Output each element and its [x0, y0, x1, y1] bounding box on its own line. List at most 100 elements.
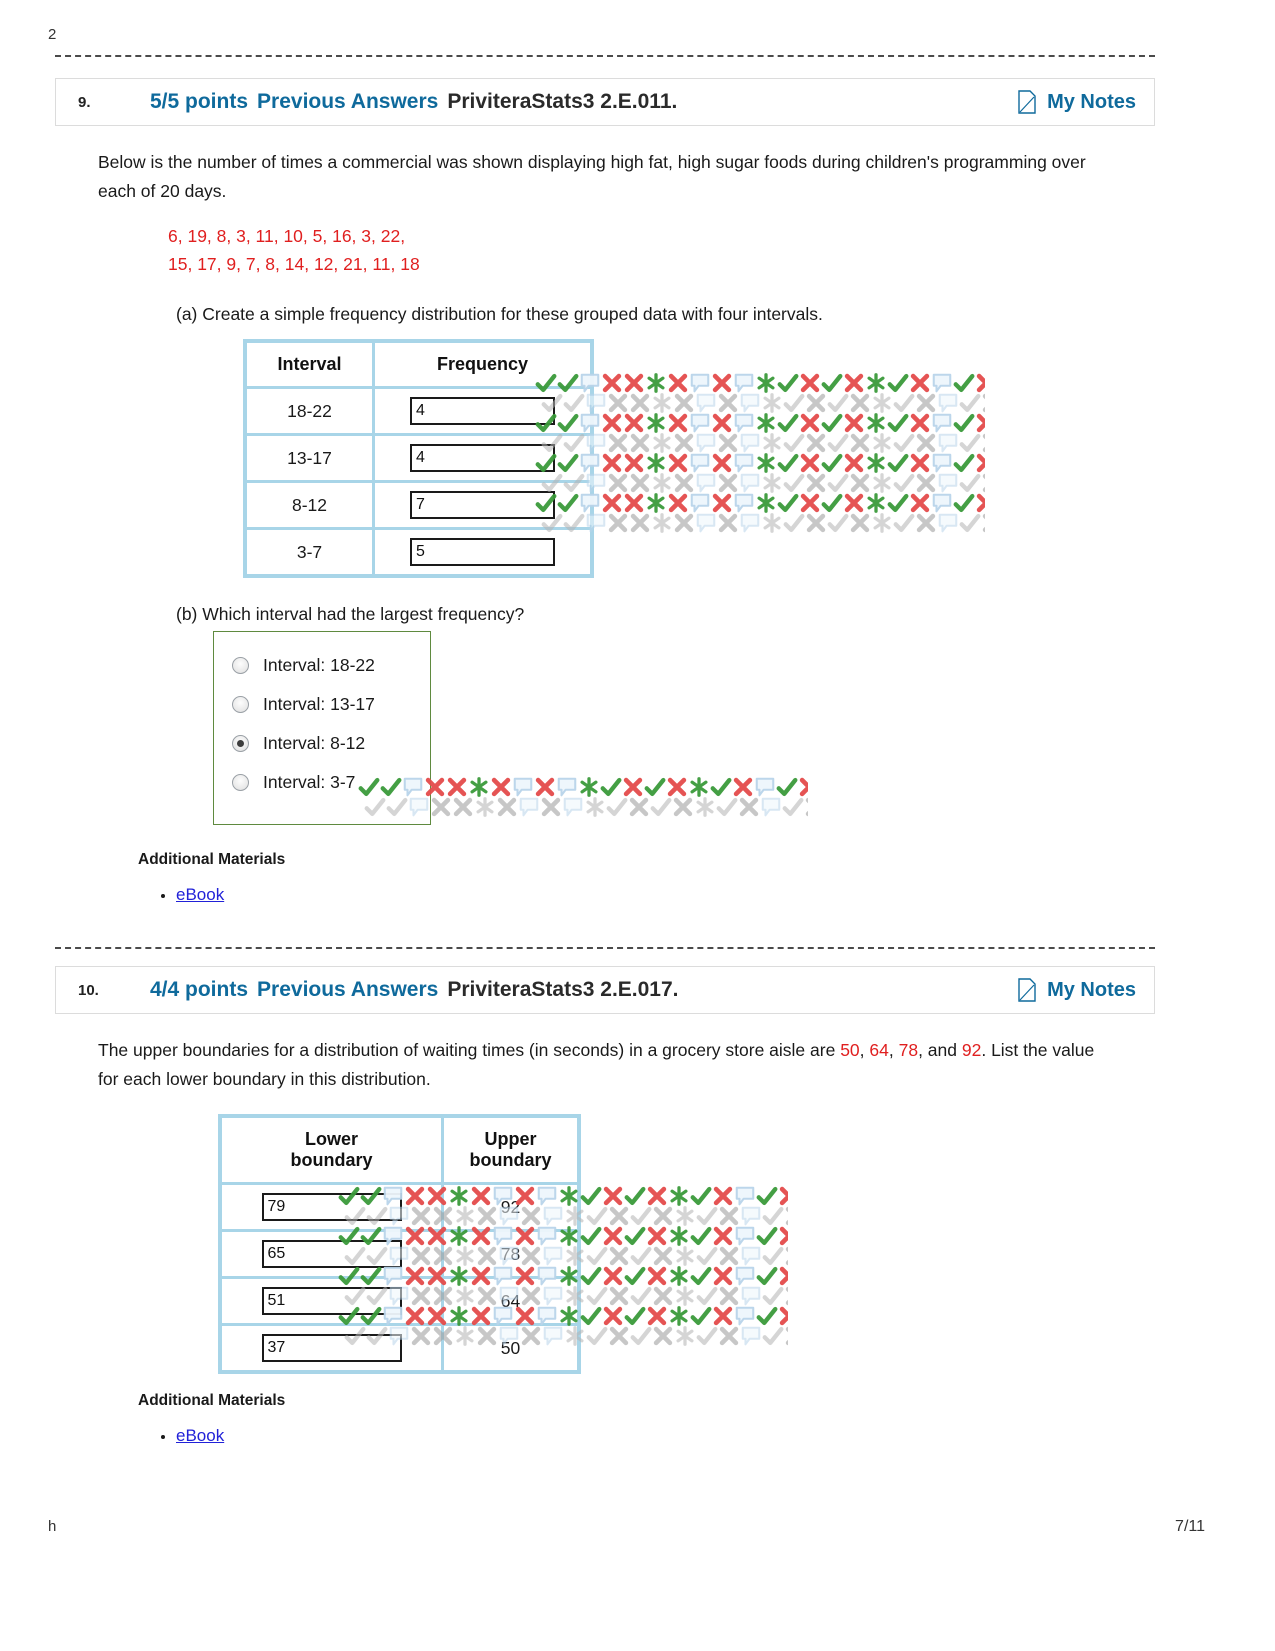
clipped-bottom-text: h [48, 1520, 57, 1534]
choice-label-3: Interval: 3-7 [263, 772, 356, 792]
frequency-input-cell-3 [375, 530, 590, 574]
ebook-link-9[interactable]: eBook [176, 885, 224, 904]
choice-group-part-b: Interval: 18-22 Interval: 13-17 Interval… [213, 631, 431, 825]
materials-list-10: eBook [176, 1426, 1155, 1446]
question-block-10: 10. 4/4 points Previous Answers Priviter… [55, 966, 1155, 1450]
question-header-10: 10. 4/4 points Previous Answers Priviter… [55, 966, 1155, 1014]
table-row: 50 [222, 1326, 577, 1370]
my-notes-label-10: My Notes [1047, 978, 1136, 1001]
question-code-9: PriviteraStats3 2.E.011. [447, 90, 678, 113]
note-page-icon [1017, 90, 1037, 114]
additional-materials-heading-10: Additional Materials [138, 1392, 286, 1409]
question-block-9: 9. 5/5 points Previous Answers Privitera… [55, 78, 1155, 909]
choice-label-0: Interval: 18-22 [263, 655, 375, 675]
choice-option-0[interactable]: Interval: 18-22 [214, 646, 430, 685]
boundary-table: Lower boundary Upper boundary 79 92 65 7… [218, 1114, 581, 1374]
frequency-input-cell-2 [375, 483, 590, 530]
data-values-line-1: 6, 19, 8, 3, 11, 10, 5, 16, 3, 22, [168, 226, 406, 246]
question-number-9: 9. [78, 93, 91, 111]
additional-materials-heading-9: Additional Materials [138, 851, 286, 868]
frequency-table: Interval Frequency 18-22 13-17 [243, 339, 594, 578]
upper-boundary-cell-0: 92 [444, 1185, 577, 1232]
page-number: 7/11 [1175, 1518, 1205, 1535]
list-item: eBook [176, 1426, 1155, 1446]
upper-boundary-cell-2: 64 [444, 1279, 577, 1326]
question-points-10: 4/4 points [150, 978, 249, 1001]
question-number-10: 10. [78, 981, 99, 999]
choice-option-3[interactable]: Interval: 3-7 [214, 763, 430, 802]
my-notes-button-10[interactable]: My Notes [1017, 978, 1136, 1002]
list-item: eBook [176, 885, 1155, 905]
table-row: 18-22 [247, 389, 590, 436]
lower-boundary-word-2: boundary [290, 1150, 373, 1170]
upper-boundary-cell-3: 50 [444, 1326, 577, 1370]
question-header-9: 9. 5/5 points Previous Answers Privitera… [55, 78, 1155, 126]
table-row: 78 [222, 1232, 577, 1279]
choice-option-1[interactable]: Interval: 13-17 [214, 685, 430, 724]
column-header-upper-boundary: Upper boundary [444, 1118, 577, 1185]
lower-boundary-input-2[interactable] [261, 1287, 402, 1315]
section-divider-middle [55, 947, 1155, 949]
prompt-text-part1: The upper boundaries for a distribution … [98, 1040, 841, 1060]
upper-boundary-word-2: boundary [469, 1150, 552, 1170]
radio-icon-0[interactable] [232, 657, 249, 674]
section-divider-top [55, 55, 1155, 57]
previous-answers-link-9[interactable]: Previous Answers [257, 90, 438, 114]
my-notes-button-9[interactable]: My Notes [1017, 90, 1136, 114]
frequency-input-0[interactable] [410, 397, 555, 425]
frequency-input-3[interactable] [410, 538, 555, 566]
column-header-lower-boundary: Lower boundary [222, 1118, 444, 1185]
table-header-row: Interval Frequency [247, 343, 590, 389]
my-notes-label-9: My Notes [1047, 90, 1136, 113]
interval-value-3: 3-7 [247, 530, 375, 574]
upper-boundary-value-2: 78 [898, 1040, 919, 1060]
frequency-input-2[interactable] [410, 491, 555, 519]
frequency-input-cell-0 [375, 389, 590, 436]
lower-input-cell-0 [222, 1185, 444, 1232]
question-prompt-9: Below is the number of times a commercia… [98, 152, 1086, 201]
data-values-line-2: 15, 17, 9, 7, 8, 14, 12, 21, 11, 18 [168, 254, 420, 274]
table-row: 92 [222, 1185, 577, 1232]
radio-icon-3[interactable] [232, 774, 249, 791]
table-row: 8-12 [247, 483, 590, 530]
interval-value-2: 8-12 [247, 483, 375, 530]
upper-boundary-value-3: 92 [961, 1040, 982, 1060]
previous-answers-link-10[interactable]: Previous Answers [257, 978, 438, 1002]
radio-icon-1[interactable] [232, 696, 249, 713]
assignment-page: 2 9. 5/5 points Previous Answers Privite… [0, 0, 1275, 1651]
lower-boundary-word-1: Lower [304, 1129, 358, 1149]
column-header-frequency: Frequency [375, 343, 590, 389]
question-points-9: 5/5 points [150, 90, 249, 113]
table-row: 64 [222, 1279, 577, 1326]
question-prompt-10: The upper boundaries for a distribution … [98, 1040, 1095, 1089]
choice-label-2: Interval: 8-12 [263, 733, 366, 753]
frequency-input-1[interactable] [410, 444, 555, 472]
interval-value-0: 18-22 [247, 389, 375, 436]
interval-value-1: 13-17 [247, 436, 375, 483]
table-header-row: Lower boundary Upper boundary [222, 1118, 577, 1185]
upper-boundary-cell-1: 78 [444, 1232, 577, 1279]
boundary-table-wrap: Lower boundary Upper boundary 79 92 65 7… [218, 1114, 1155, 1374]
choice-label-1: Interval: 13-17 [263, 694, 375, 714]
question-part-a-label: (a) Create a simple frequency distributi… [176, 304, 823, 324]
frequency-table-wrap: Interval Frequency 18-22 13-17 [243, 339, 1155, 578]
clipped-top-text: 2 [48, 28, 57, 42]
lower-boundary-input-1[interactable] [261, 1240, 402, 1268]
upper-boundary-word-1: Upper [484, 1129, 537, 1149]
question-part-b-label: (b) Which interval had the largest frequ… [176, 604, 525, 624]
lower-boundary-input-3[interactable] [261, 1334, 402, 1362]
upper-boundary-value-0: 50 [840, 1040, 860, 1060]
radio-icon-2-selected[interactable] [232, 735, 249, 752]
lower-input-cell-3 [222, 1326, 444, 1370]
question-body-9: Below is the number of times a commercia… [55, 126, 1155, 905]
lower-input-cell-1 [222, 1232, 444, 1279]
frequency-input-cell-1 [375, 436, 590, 483]
ebook-link-10[interactable]: eBook [176, 1426, 224, 1445]
lower-input-cell-2 [222, 1279, 444, 1326]
table-row: 3-7 [247, 530, 590, 574]
column-header-interval: Interval [247, 343, 375, 389]
choice-option-2[interactable]: Interval: 8-12 [214, 724, 430, 763]
lower-boundary-input-0[interactable] [261, 1193, 402, 1221]
question-code-10: PriviteraStats3 2.E.017. [447, 978, 679, 1001]
materials-list-9: eBook [176, 885, 1155, 905]
